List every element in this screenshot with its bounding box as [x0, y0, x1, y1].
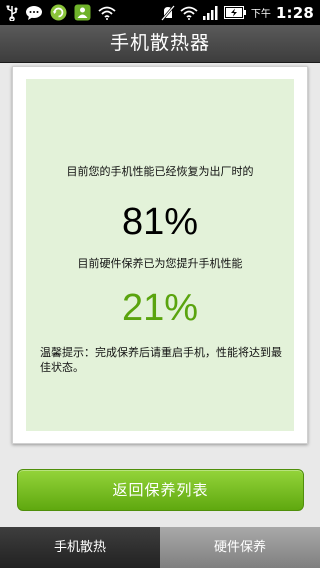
page-title: 手机散热器 [0, 25, 320, 63]
battery-charging-icon [223, 6, 246, 19]
performance-message: 目前您的手机性能已经恢复为出厂时的 [66, 165, 254, 178]
time-period: 下午 [250, 9, 271, 20]
back-to-list-button[interactable]: 返回保养列表 [17, 469, 304, 511]
usb-icon [6, 5, 18, 21]
tab-hardware-maintenance[interactable]: 硬件保养 [160, 527, 320, 568]
system-indicators: 下午 1:28 [160, 3, 320, 22]
improvement-message: 目前硬件保养已为您提升手机性能 [77, 257, 243, 270]
refresh-app-icon [50, 4, 67, 21]
wifi-icon [98, 6, 116, 20]
wifi-icon [180, 6, 198, 20]
chat-bubble-icon [25, 5, 43, 21]
notification-icons [0, 4, 116, 21]
silent-icon [160, 4, 175, 21]
status-bar: 下午 1:28 [0, 0, 320, 25]
app-notification-icon [74, 4, 91, 21]
improvement-percent: 21% [121, 287, 199, 329]
tip-text: 温馨提示：完成保养后请重启手机，性能将达到最佳状态。 [40, 346, 282, 374]
tab-phone-cooling[interactable]: 手机散热 [0, 527, 160, 568]
bottom-tab-bar: 手机散热 硬件保养 [0, 527, 320, 568]
clock: 1:28 [275, 3, 314, 22]
result-panel: 目前您的手机性能已经恢复为出厂时的 81% 目前硬件保养已为您提升手机性能 21… [26, 79, 294, 431]
result-card: 目前您的手机性能已经恢复为出厂时的 81% 目前硬件保养已为您提升手机性能 21… [12, 66, 308, 444]
signal-icon [202, 5, 219, 20]
performance-percent: 81% [121, 201, 199, 243]
